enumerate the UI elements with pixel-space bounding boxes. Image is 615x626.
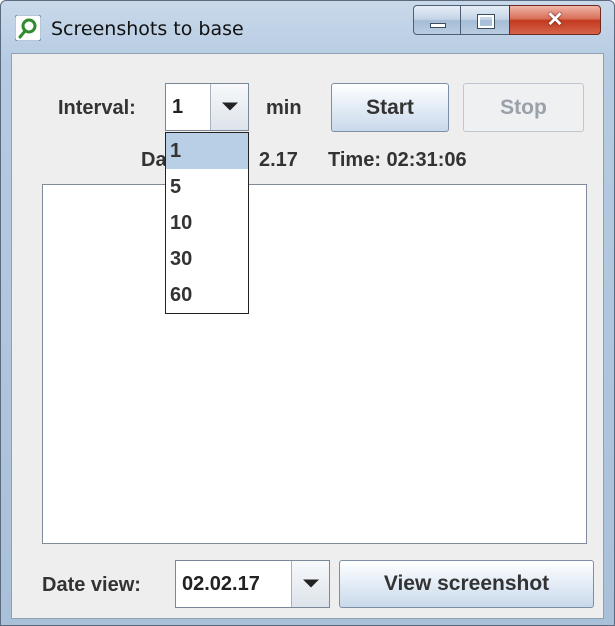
minimize-button[interactable] xyxy=(413,5,461,35)
date-label-suffix: 2.17 xyxy=(259,149,298,171)
view-screenshot-button[interactable]: View screenshot xyxy=(339,560,594,608)
date-view-value: 02.02.17 xyxy=(182,573,260,595)
interval-combo[interactable]: 1 xyxy=(165,83,249,131)
date-view-dropdown-button[interactable] xyxy=(291,561,329,607)
time-label: Time: 02:31:06 xyxy=(328,149,467,171)
app-window: Screenshots to base ✕ Interval: 1 min St… xyxy=(0,0,615,626)
minimize-icon xyxy=(430,23,446,28)
title-bar[interactable]: Screenshots to base ✕ xyxy=(1,1,614,53)
dropdown-arrow-icon xyxy=(302,579,319,588)
close-button[interactable]: ✕ xyxy=(509,5,601,35)
stop-button[interactable]: Stop xyxy=(463,83,584,132)
maximize-button[interactable] xyxy=(460,5,510,35)
dropdown-arrow-icon xyxy=(221,102,238,111)
screenshot-list-panel[interactable] xyxy=(42,184,587,544)
interval-dropdown-button[interactable] xyxy=(210,84,248,130)
dropdown-option[interactable]: 10 xyxy=(166,205,248,241)
interval-label: Interval: xyxy=(58,97,136,119)
dropdown-option[interactable]: 1 xyxy=(166,133,248,169)
content-area: Interval: 1 min Start Stop Da 2.17 Time:… xyxy=(11,53,604,619)
close-icon: ✕ xyxy=(546,9,564,31)
app-icon xyxy=(14,14,42,42)
start-button[interactable]: Start xyxy=(331,83,449,132)
window-title: Screenshots to base xyxy=(51,18,244,40)
dropdown-option[interactable]: 5 xyxy=(166,169,248,205)
date-label: Da xyxy=(141,149,167,171)
dropdown-option[interactable]: 60 xyxy=(166,277,248,313)
interval-dropdown-list[interactable]: 1 5 10 30 60 xyxy=(165,132,249,314)
dropdown-option[interactable]: 30 xyxy=(166,241,248,277)
date-view-combo[interactable]: 02.02.17 xyxy=(175,560,330,608)
maximize-icon xyxy=(477,14,495,29)
date-view-label: Date view: xyxy=(42,574,141,596)
interval-value: 1 xyxy=(172,96,184,118)
unit-label: min xyxy=(266,97,302,119)
